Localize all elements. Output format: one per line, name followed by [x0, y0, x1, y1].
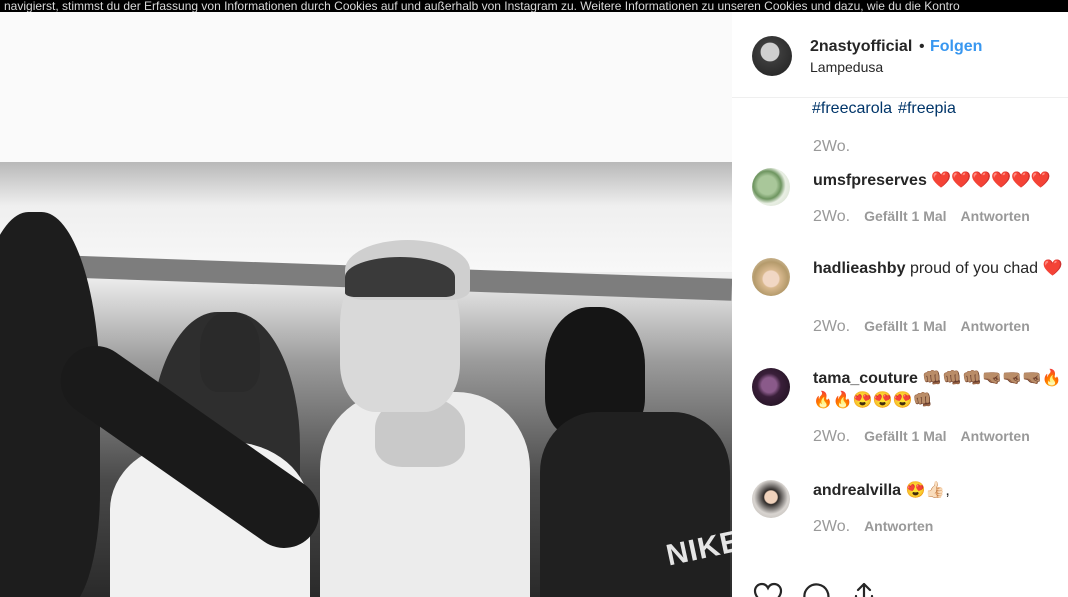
commenter-avatar[interactable]: [752, 368, 790, 406]
comments-list: #freecarola #freepia 2Wo. umsfpreserves ❤…: [732, 98, 1068, 578]
comment-likes[interactable]: Gefällt 1 Mal: [864, 208, 946, 224]
post-location[interactable]: Lampedusa: [810, 59, 883, 75]
post-photo[interactable]: NIKE: [0, 12, 732, 597]
share-icon[interactable]: [848, 580, 880, 597]
commenter-username[interactable]: tama_couture: [813, 370, 918, 387]
commenter-avatar[interactable]: [752, 258, 790, 296]
commenter-avatar[interactable]: [752, 480, 790, 518]
comment-text: ❤️❤️❤️❤️❤️❤️: [931, 172, 1051, 189]
author-username[interactable]: 2nastyofficial: [810, 38, 912, 56]
caption-time: 2Wo.: [813, 138, 851, 155]
comment-text: proud of you chad ❤️: [909, 260, 1063, 277]
post-sidebar: 2nastyofficial • Folgen Lampedusa #freec…: [732, 12, 1068, 597]
separator-dot: •: [919, 38, 925, 55]
comment-time: 2Wo.: [813, 318, 851, 335]
comment-likes[interactable]: Gefällt 1 Mal: [864, 428, 946, 444]
reply-button[interactable]: Antworten: [961, 428, 1030, 444]
comment-time: 2Wo.: [813, 518, 851, 535]
reply-button[interactable]: Antworten: [961, 318, 1030, 334]
comment-time: 2Wo.: [813, 208, 851, 225]
comment-body: tama_couture 👊🏽👊🏽👊🏽🤜🏽🤜🏽🤜🏽🔥🔥🔥😍😍😍👊🏽: [813, 368, 1068, 412]
heart-icon[interactable]: [752, 580, 784, 597]
author-avatar[interactable]: [752, 36, 792, 76]
comment-body: andrealvilla 😍👍🏻,: [813, 480, 1068, 502]
photo-arm: [200, 312, 260, 392]
post-actions: [732, 578, 1068, 597]
photo-sky: [0, 12, 732, 177]
commenter-avatar[interactable]: [752, 168, 790, 206]
comment-meta: 2Wo. Gefällt 1 Mal Antworten: [813, 318, 1030, 336]
commenter-username[interactable]: andrealvilla: [813, 482, 901, 499]
reply-button[interactable]: Antworten: [864, 518, 933, 534]
comment-meta: 2Wo. Antworten: [813, 518, 933, 536]
follow-button[interactable]: Folgen: [930, 38, 982, 56]
reply-button[interactable]: Antworten: [961, 208, 1030, 224]
hashtag-link[interactable]: #freecarola: [812, 100, 892, 117]
comment-text: 😍👍🏻,: [905, 482, 950, 499]
comment-likes[interactable]: Gefällt 1 Mal: [864, 318, 946, 334]
photo-person: [540, 412, 730, 597]
comment-time: 2Wo.: [813, 428, 851, 445]
commenter-username[interactable]: hadlieashby: [813, 260, 905, 277]
comment-meta: 2Wo. Gefällt 1 Mal Antworten: [813, 428, 1030, 446]
hashtag-link[interactable]: #freepia: [898, 100, 956, 117]
commenter-username[interactable]: umsfpreserves: [813, 172, 927, 189]
post-header: 2nastyofficial • Folgen Lampedusa: [732, 12, 1068, 98]
comment-meta: 2Wo. Gefällt 1 Mal Antworten: [813, 208, 1030, 226]
photo-hair: [345, 257, 455, 297]
comment-icon[interactable]: [800, 580, 832, 597]
caption-hashtags: #freecarola #freepia: [812, 100, 962, 118]
comment-body: hadlieashby proud of you chad ❤️: [813, 258, 1068, 280]
cookie-banner: navigierst, stimmst du der Erfassung von…: [0, 0, 1068, 12]
comment-body: umsfpreserves ❤️❤️❤️❤️❤️❤️: [813, 170, 1068, 192]
